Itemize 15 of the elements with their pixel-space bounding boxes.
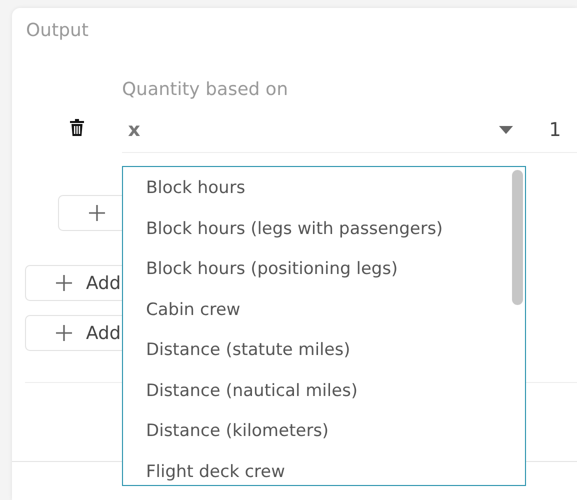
select-field[interactable]: x: [122, 108, 531, 152]
plus-icon: [56, 325, 72, 341]
caret-icon: [499, 126, 513, 134]
field-label: Quantity based on: [122, 79, 289, 100]
dropdown-option[interactable]: Flight deck crew: [123, 456, 525, 485]
trash-icon[interactable]: [70, 119, 84, 136]
plus-icon: [89, 205, 105, 221]
number-field[interactable]: 1: [531, 119, 577, 141]
plus-icon: [56, 275, 72, 291]
section-title: Output: [25, 19, 90, 41]
dropdown-option[interactable]: Block hours (legs with passengers): [123, 214, 525, 254]
dropdown-option[interactable]: Block hours: [123, 173, 525, 214]
scrollbar[interactable]: [512, 170, 523, 305]
dropdown-option[interactable]: Distance (kilometers): [123, 416, 525, 456]
dropdown-option[interactable]: Distance (nautical miles): [123, 376, 525, 416]
